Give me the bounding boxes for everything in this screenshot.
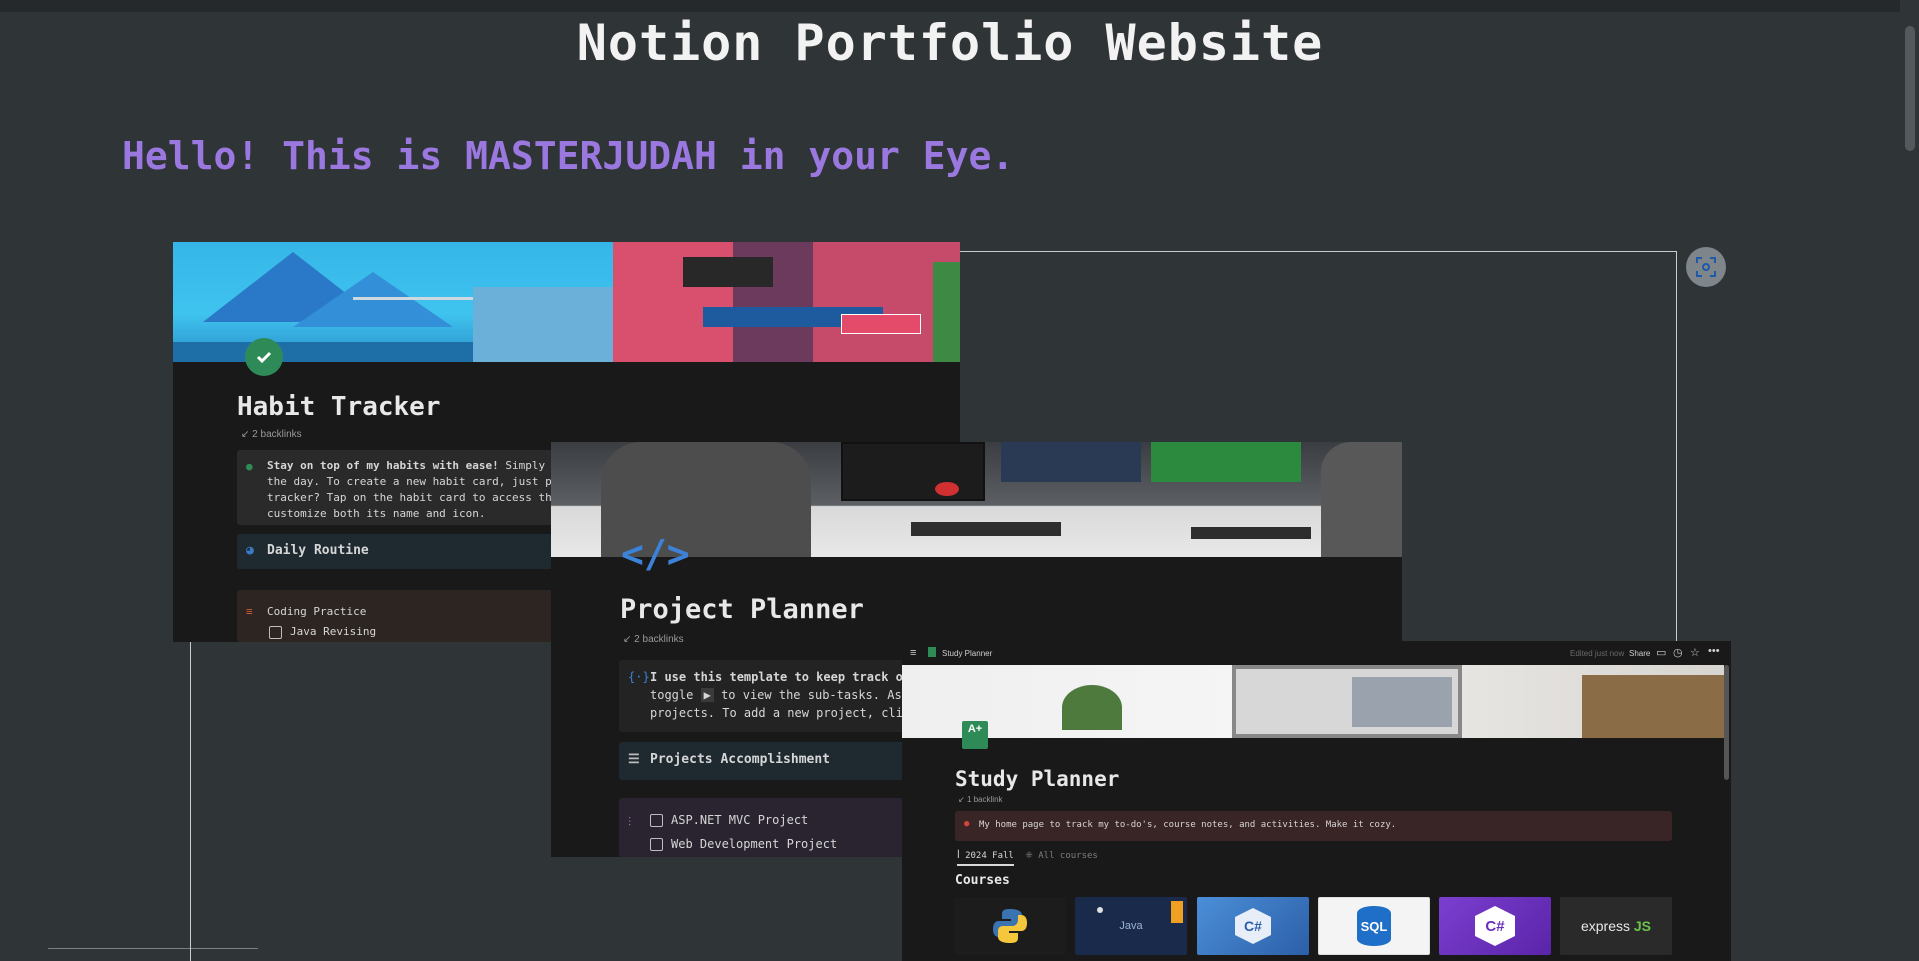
habit-callout-bold: Stay on top of my habits with ease! xyxy=(267,459,499,472)
express-label: express xyxy=(1580,918,1630,934)
project-item-1[interactable]: Web Development Project xyxy=(650,837,837,851)
course-csharp-purple[interactable]: C# xyxy=(1439,897,1551,955)
habit-backlinks-label: 2 backlinks xyxy=(252,429,302,440)
project-backlinks-label: 2 backlinks xyxy=(634,634,684,645)
habit-callout-line1: the day. To create a new habit card, jus… xyxy=(267,475,559,488)
tab-2024-fall-label: 2024 Fall xyxy=(965,851,1014,861)
project-title: Project Planner xyxy=(620,594,864,625)
top-bar xyxy=(0,0,1900,12)
toggle-arrow-icon: ▶ xyxy=(700,688,714,702)
project-item-0[interactable]: ASP.NET MVC Project xyxy=(650,813,808,827)
habit-title: Habit Tracker xyxy=(237,392,441,422)
tab-2024-fall[interactable]: ꟾ 2024 Fall xyxy=(957,851,1014,866)
clock-icon: ◕ xyxy=(246,543,254,558)
express-js-logo: express JS xyxy=(1580,918,1652,934)
abacus-icon: ≡ xyxy=(246,605,253,618)
habit-backlinks[interactable]: ↙ 2 backlinks xyxy=(241,429,302,440)
braces-icon: {·} xyxy=(628,670,650,684)
study-callout-text: My home page to track my to-do's, course… xyxy=(979,820,1397,830)
grade-icon: A+ xyxy=(962,721,988,749)
course-python[interactable] xyxy=(954,897,1066,955)
c-sharp-logo: C# xyxy=(1235,908,1271,944)
gallery-frame-bottom-stub xyxy=(48,948,258,949)
bulb-icon: ● xyxy=(246,460,253,473)
gallery-frame-right xyxy=(1676,251,1677,641)
study-title: Study Planner xyxy=(955,767,1120,791)
project-item-1-label: Web Development Project xyxy=(671,837,838,851)
project-backlinks[interactable]: ↙ 2 backlinks xyxy=(623,634,684,645)
focus-icon xyxy=(1696,257,1716,277)
expand-gallery-button[interactable] xyxy=(1686,247,1726,287)
study-backlinks-label: 1 backlink xyxy=(966,795,1003,804)
scrollbar[interactable] xyxy=(1901,0,1919,961)
study-courses-heading: Courses xyxy=(955,873,1010,888)
project-callout-toggle-word: toggle xyxy=(650,688,694,702)
study-edited-status: Edited just now xyxy=(1570,649,1625,658)
project-callout-line2: to view the sub-tasks. Ass xyxy=(721,688,909,702)
habit-callout-line0: Simply t xyxy=(498,459,559,472)
study-cover-image xyxy=(902,665,1724,738)
star-icon[interactable]: ☆ xyxy=(1690,646,1700,659)
c-sharp-purple-logo: C# xyxy=(1475,906,1515,946)
habit-callout-line2: tracker? Tap on the habit card to access… xyxy=(267,491,559,504)
study-callout: ● My home page to track my to-do's, cour… xyxy=(955,811,1672,841)
sliders-icon: ⫶ xyxy=(628,815,632,829)
habit-subitem-checkbox[interactable] xyxy=(269,625,282,639)
page-title: Notion Portfolio Website xyxy=(576,14,1324,72)
project-item-0-label: ASP.NET MVC Project xyxy=(671,813,809,827)
tab-all-courses-label: All courses xyxy=(1038,851,1098,861)
habit-section-label: Daily Routine xyxy=(267,543,369,558)
project-item-1-checkbox[interactable] xyxy=(650,838,663,851)
scrollbar-thumb[interactable] xyxy=(1905,26,1915,151)
java-logo: Java xyxy=(1119,920,1143,932)
checklist-icon: ☰ xyxy=(628,752,640,767)
course-csharp[interactable]: C# xyxy=(1197,897,1309,955)
sql-logo: SQL xyxy=(1357,906,1391,946)
python-logo xyxy=(993,909,1027,943)
study-backlinks[interactable]: ↙ 1 backlink xyxy=(958,795,1003,804)
course-java[interactable]: Java xyxy=(1075,897,1187,955)
project-callout-line3: projects. To add a new project, clic xyxy=(650,706,911,720)
project-item-0-checkbox[interactable] xyxy=(650,814,663,827)
study-scrollbar-thumb[interactable] xyxy=(1724,665,1729,780)
course-express[interactable]: express JS xyxy=(1560,897,1672,955)
habit-callout-line3: customize both its name and icon. xyxy=(267,507,486,520)
study-tabs: ꟾ 2024 Fall ⁜ All courses xyxy=(957,851,1098,866)
share-button[interactable]: Share xyxy=(1629,649,1650,658)
gallery-frame-top xyxy=(960,251,1677,252)
more-icon[interactable]: ••• xyxy=(1708,645,1720,657)
check-badge-icon xyxy=(245,338,283,376)
study-topbar: ≡ Study Planner Edited just now Share ▭ … xyxy=(902,641,1731,665)
comment-icon[interactable]: ▭ xyxy=(1656,646,1666,659)
study-topbar-title[interactable]: Study Planner xyxy=(942,649,992,658)
habit-subitem-label: Java Revising xyxy=(290,625,377,638)
gallery-frame-left xyxy=(190,641,191,961)
project-section-label: Projects Accomplishment xyxy=(650,752,831,767)
greeting-heading: Hello! This is MASTERJUDAH in your Eye. xyxy=(122,134,1015,178)
tab-all-courses[interactable]: ⁜ All courses xyxy=(1025,851,1098,861)
course-sql[interactable]: SQL xyxy=(1318,897,1430,955)
clock-icon[interactable]: ◷ xyxy=(1673,646,1683,659)
code-icon: </> xyxy=(621,532,690,576)
project-callout-line0: I use this template to keep track of xyxy=(650,670,911,684)
heart-icon: ● xyxy=(964,819,970,829)
habit-cover-image xyxy=(173,242,960,362)
habit-subitem[interactable]: Java Revising xyxy=(269,625,377,639)
menu-icon[interactable]: ≡ xyxy=(910,647,916,659)
habit-item-title: Coding Practice xyxy=(267,605,367,618)
page-icon xyxy=(928,647,936,657)
